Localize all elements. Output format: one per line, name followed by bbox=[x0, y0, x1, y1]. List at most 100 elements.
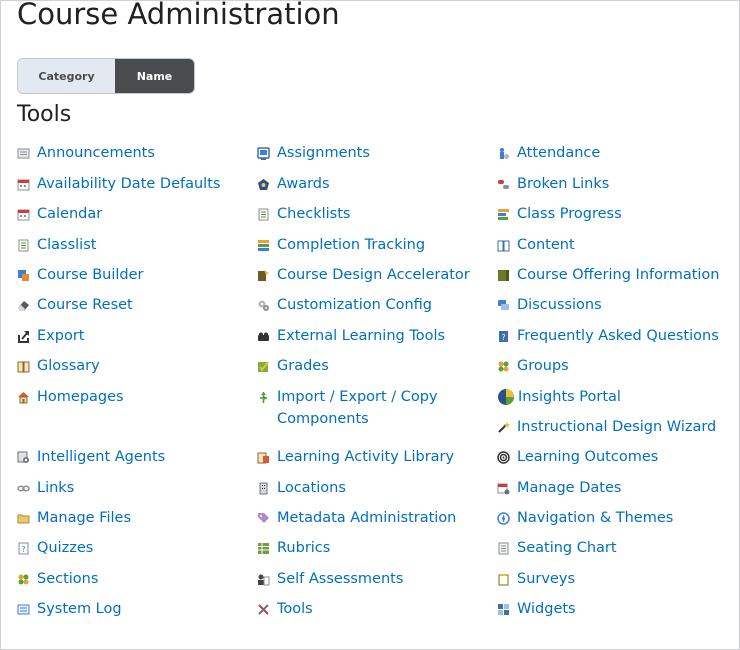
tool-label: Export bbox=[37, 328, 85, 344]
tool-link-announcements[interactable]: Announcements bbox=[17, 142, 155, 164]
tool-link-grades[interactable]: Grades bbox=[257, 355, 329, 377]
tool-link-widgets[interactable]: Widgets bbox=[497, 598, 576, 620]
category-toggle-button[interactable]: Category bbox=[18, 59, 115, 93]
tool-link-course-offering-information[interactable]: Course Offering Information bbox=[497, 264, 719, 286]
course-builder-icon bbox=[17, 269, 30, 282]
widgets-icon bbox=[497, 603, 510, 616]
tool-link-groups[interactable]: Groups bbox=[497, 355, 569, 377]
content-icon bbox=[497, 239, 510, 252]
tool-link-sections[interactable]: Sections bbox=[17, 568, 98, 590]
view-toggle: Category Name bbox=[17, 58, 195, 94]
tool-label: Class Progress bbox=[517, 206, 622, 222]
tool-link-export[interactable]: Export bbox=[17, 325, 84, 347]
page-title: Course Administration bbox=[17, 0, 340, 31]
tool-link-instructional-design-wizard[interactable]: Instructional Design Wizard bbox=[497, 416, 716, 438]
tool-label: Course Offering Information bbox=[517, 267, 720, 283]
tool-label: Attendance bbox=[517, 145, 601, 161]
tool-label: External Learning Tools bbox=[277, 328, 446, 344]
library-icon bbox=[257, 451, 270, 464]
tool-link-rubrics[interactable]: Rubrics bbox=[257, 537, 330, 559]
tool-label: Insights Portal bbox=[518, 389, 621, 405]
tool-link-quizzes[interactable]: ? Quizzes bbox=[17, 537, 93, 559]
tool-link-broken-links[interactable]: Broken Links bbox=[497, 173, 609, 195]
tool-label: Surveys bbox=[517, 571, 575, 587]
tool-link-assignments[interactable]: Assignments bbox=[257, 142, 370, 164]
manage-dates-icon bbox=[497, 482, 510, 495]
tool-link-manage-dates[interactable]: Manage Dates bbox=[497, 477, 621, 499]
tool-link-insights-portal[interactable]: Insights Portal bbox=[497, 386, 621, 408]
tool-label: Availability Date Defaults bbox=[37, 176, 221, 192]
eraser-icon bbox=[17, 299, 30, 312]
survey-icon bbox=[497, 573, 510, 586]
quiz-icon: ? bbox=[17, 542, 30, 555]
tool-link-content[interactable]: Content bbox=[497, 234, 575, 256]
tool-label: Homepages bbox=[37, 389, 124, 405]
discussion-icon bbox=[497, 299, 510, 312]
tool-label: Calendar bbox=[37, 206, 103, 222]
tool-label: Manage Files bbox=[37, 510, 132, 526]
tool-label: Learning Outcomes bbox=[517, 449, 659, 465]
tool-link-surveys[interactable]: Surveys bbox=[497, 568, 575, 590]
tag-icon bbox=[257, 512, 270, 525]
tool-label: Frequently Asked Questions bbox=[517, 328, 719, 344]
export-icon bbox=[17, 330, 30, 343]
tool-link-customization-config[interactable]: Customization Config bbox=[257, 294, 432, 316]
link-icon bbox=[17, 482, 30, 495]
tool-link-awards[interactable]: Awards bbox=[257, 173, 330, 195]
tool-link-attendance[interactable]: Attendance bbox=[497, 142, 600, 164]
attendance-icon bbox=[497, 147, 510, 160]
tool-label: Links bbox=[37, 480, 75, 496]
tool-link-glossary[interactable]: Glossary bbox=[17, 355, 100, 377]
tool-link-class-progress[interactable]: Class Progress bbox=[497, 203, 622, 225]
tool-link-course-design-accelerator[interactable]: Course Design Accelerator bbox=[257, 264, 470, 286]
tool-link-system-log[interactable]: System Log bbox=[17, 598, 122, 620]
tool-label: Tools bbox=[277, 601, 313, 617]
tool-link-tools[interactable]: Tools bbox=[257, 598, 313, 620]
tool-label: Import / Export / Copy Components bbox=[277, 389, 438, 427]
outcomes-icon bbox=[497, 451, 510, 464]
tool-link-links[interactable]: Links bbox=[17, 477, 74, 499]
tool-link-seating-chart[interactable]: Seating Chart bbox=[497, 537, 617, 559]
tool-link-learning-outcomes[interactable]: Learning Outcomes bbox=[497, 446, 658, 468]
gears-icon bbox=[257, 299, 270, 312]
name-toggle-button[interactable]: Name bbox=[115, 59, 194, 93]
tool-link-availability-date-defaults[interactable]: Availability Date Defaults bbox=[17, 173, 220, 195]
tool-link-classlist[interactable]: Classlist bbox=[17, 234, 96, 256]
classlist-icon bbox=[17, 239, 30, 252]
tool-link-metadata-administration[interactable]: Metadata Administration bbox=[257, 507, 456, 529]
tool-link-locations[interactable]: Locations bbox=[257, 477, 346, 499]
tool-link-intelligent-agents[interactable]: Intelligent Agents bbox=[17, 446, 165, 468]
tool-label: Glossary bbox=[37, 358, 100, 374]
home-icon bbox=[17, 391, 30, 404]
tracking-icon bbox=[257, 239, 270, 252]
tool-link-course-reset[interactable]: Course Reset bbox=[17, 294, 133, 316]
tool-link-frequently-asked-questions[interactable]: ? Frequently Asked Questions bbox=[497, 325, 719, 347]
tool-link-learning-activity-library[interactable]: Learning Activity Library bbox=[257, 446, 454, 468]
tool-label: Quizzes bbox=[37, 540, 94, 556]
checklist-icon bbox=[257, 208, 270, 221]
tool-label: System Log bbox=[37, 601, 122, 617]
tool-link-homepages[interactable]: Homepages bbox=[17, 386, 124, 408]
tool-label: Groups bbox=[517, 358, 569, 374]
agent-icon bbox=[17, 451, 30, 464]
tool-link-calendar[interactable]: Calendar bbox=[17, 203, 102, 225]
tool-label: Awards bbox=[277, 176, 330, 192]
wand-icon bbox=[497, 421, 510, 434]
tool-link-external-learning-tools[interactable]: External Learning Tools bbox=[257, 325, 445, 347]
tool-link-discussions[interactable]: Discussions bbox=[497, 294, 602, 316]
tool-link-import-export-copy-components[interactable]: Import / Export / Copy Components bbox=[257, 386, 477, 430]
section-title: Tools bbox=[17, 102, 72, 127]
folder-icon bbox=[17, 512, 30, 525]
tool-label: Classlist bbox=[37, 237, 97, 253]
announcements-icon bbox=[17, 147, 30, 160]
faq-icon: ? bbox=[497, 330, 510, 343]
tool-label: Intelligent Agents bbox=[37, 449, 166, 465]
tool-link-manage-files[interactable]: Manage Files bbox=[17, 507, 131, 529]
tool-link-completion-tracking[interactable]: Completion Tracking bbox=[257, 234, 425, 256]
tool-label: Learning Activity Library bbox=[277, 449, 455, 465]
tool-link-navigation-themes[interactable]: Navigation & Themes bbox=[497, 507, 673, 529]
tool-link-self-assessments[interactable]: Self Assessments bbox=[257, 568, 403, 590]
tool-link-checklists[interactable]: Checklists bbox=[257, 203, 350, 225]
tool-link-course-builder[interactable]: Course Builder bbox=[17, 264, 144, 286]
tool-label: Self Assessments bbox=[277, 571, 404, 587]
